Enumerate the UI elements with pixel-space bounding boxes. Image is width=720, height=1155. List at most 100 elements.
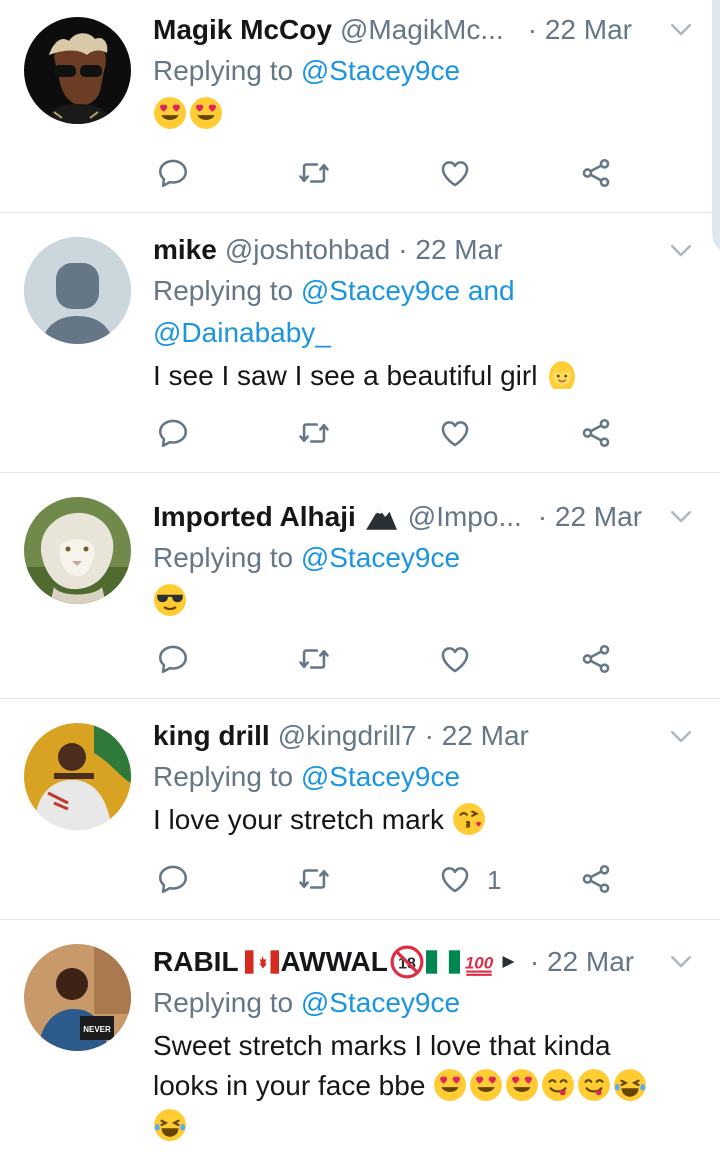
tweet-date[interactable]: · 22 Mar (538, 501, 642, 533)
tweet-item[interactable]: king drill @kingdrill7 · 22 Mar Replying… (0, 699, 720, 920)
retweet-icon (297, 642, 331, 676)
reply-mention-link[interactable]: @Stacey9ce (301, 761, 460, 792)
display-name[interactable]: RABIL (153, 946, 239, 978)
display-name[interactable]: king drill (153, 720, 270, 752)
share-button[interactable] (576, 413, 616, 453)
share-button[interactable] (576, 153, 616, 193)
tweet-header: king drill @kingdrill7 · 22 Mar (153, 716, 700, 756)
chevron-down-icon[interactable] (666, 946, 696, 976)
tweet-item[interactable]: Imported Alhaji @Impo... · 22 Mar Replyi… (0, 473, 720, 699)
canada-flag-icon (244, 950, 279, 974)
display-name[interactable]: mike (153, 234, 217, 266)
reply-button[interactable] (153, 859, 193, 899)
replying-to: Replying to @Stacey9ce (153, 982, 700, 1024)
retweet-icon (297, 862, 331, 896)
user-handle[interactable]: @Impo... (408, 501, 522, 533)
tweet-actions (153, 639, 623, 679)
tears-of-joy-emoji (153, 1108, 187, 1142)
share-icon (579, 862, 613, 896)
like-count: 1 (487, 865, 502, 895)
tweet-text: I love your stretch mark (153, 800, 700, 840)
replying-to: Replying to @Stacey9ce (153, 50, 700, 92)
replying-to-label: Replying to (153, 542, 294, 573)
like-button[interactable] (435, 639, 475, 679)
reply-button[interactable] (153, 413, 193, 453)
avatar[interactable] (24, 723, 131, 830)
share-button[interactable] (576, 859, 616, 899)
yum-emoji (577, 1068, 611, 1102)
kiss-face-emoji (452, 802, 486, 836)
share-button[interactable] (576, 639, 616, 679)
user-handle[interactable]: @MagikMc... (340, 14, 504, 46)
tweet-header: RABIL AWWAL 18 100 · 22 Mar (153, 942, 700, 982)
heart-eyes-emoji (433, 1068, 467, 1102)
tweet-date[interactable]: · 22 Mar (398, 234, 502, 266)
tweet-date[interactable]: · 22 Mar (425, 720, 529, 752)
display-name-2[interactable]: AWWAL (281, 946, 388, 978)
reply-icon (156, 416, 190, 450)
avatar-shirt-text: NEVER (83, 1025, 111, 1034)
reply-mention-link[interactable]: @Stacey9ce (301, 987, 460, 1018)
tweet-text: Sweet stretch marks I love that kinda lo… (153, 1026, 700, 1146)
replying-to: Replying to @Stacey9ce (153, 537, 700, 579)
chevron-down-icon[interactable] (666, 14, 696, 44)
avatar[interactable] (24, 237, 131, 344)
like-button[interactable] (435, 859, 475, 899)
tweet-actions (153, 413, 623, 453)
avatar[interactable]: NEVER (24, 944, 131, 1051)
share-icon (579, 416, 613, 450)
reply-mention-link[interactable]: @Stacey9ce (301, 542, 460, 573)
tweet-item[interactable]: Magik McCoy @MagikMc... · 22 Mar Replyin… (0, 0, 720, 213)
tweet-text-content: I see I saw I see a beautiful girl (153, 360, 538, 391)
retweet-button[interactable] (294, 413, 334, 453)
tweet-item[interactable]: mike @joshtohbad · 22 Mar Replying to @S… (0, 213, 720, 473)
heart-eyes-emoji (153, 96, 187, 130)
chevron-down-icon[interactable] (666, 235, 696, 265)
avatar[interactable] (24, 497, 131, 604)
user-handle[interactable]: @joshtohbad (225, 234, 390, 266)
chevron-down-icon[interactable] (666, 501, 696, 531)
like-icon (438, 862, 472, 896)
retweet-button[interactable] (294, 859, 334, 899)
retweet-icon (297, 416, 331, 450)
tweet-item[interactable]: NEVER RABIL AWWAL 18 100 · 22 Mar Replyi… (0, 920, 720, 1155)
retweet-button[interactable] (294, 153, 334, 193)
replying-to-label: Replying to (153, 987, 294, 1018)
tweet-header: Magik McCoy @MagikMc... · 22 Mar (153, 10, 700, 50)
tweet-text-line: Sweet stretch marks I love that kinda (153, 1030, 611, 1061)
play-arrow-icon (502, 956, 515, 968)
replying-to-label: Replying to (153, 275, 294, 306)
tweet-text: I see I saw I see a beautiful girl (153, 356, 700, 396)
no-under-18-icon: 18 (390, 945, 424, 979)
user-handle[interactable]: @kingdrill7 (278, 720, 417, 752)
like-icon (438, 416, 472, 450)
like-button[interactable] (435, 413, 475, 453)
hundred-points-icon: 100 (465, 953, 494, 976)
reply-button[interactable] (153, 153, 193, 193)
chevron-down-icon[interactable] (666, 721, 696, 751)
avatar[interactable] (24, 17, 131, 124)
sunglasses-emoji (153, 583, 187, 617)
tweet-date[interactable]: · 22 Mar (528, 14, 632, 46)
tweet-header: Imported Alhaji @Impo... · 22 Mar (153, 497, 700, 537)
tweet-actions: 1 (153, 859, 623, 899)
blonde-person-emoji (545, 358, 579, 392)
heart-eyes-emoji (189, 96, 223, 130)
retweet-button[interactable] (294, 639, 334, 679)
tweet-text-line-3 (153, 1106, 700, 1146)
share-icon (579, 642, 613, 676)
tweet-text (153, 94, 700, 134)
reply-button[interactable] (153, 639, 193, 679)
tweet-date[interactable]: · 22 Mar (530, 946, 634, 978)
tweet-text-line-2: looks in your face bbe (153, 1066, 700, 1106)
like-button[interactable] (435, 153, 475, 193)
tweet-text (153, 581, 700, 621)
display-name[interactable]: Magik McCoy (153, 14, 332, 46)
share-icon (579, 156, 613, 190)
reply-mention-link[interactable]: @Stacey9ce (301, 55, 460, 86)
retweet-icon (297, 156, 331, 190)
heart-eyes-emoji (505, 1068, 539, 1102)
reply-icon (156, 862, 190, 896)
display-name[interactable]: Imported Alhaji (153, 501, 356, 533)
replying-to-label: Replying to (153, 55, 294, 86)
